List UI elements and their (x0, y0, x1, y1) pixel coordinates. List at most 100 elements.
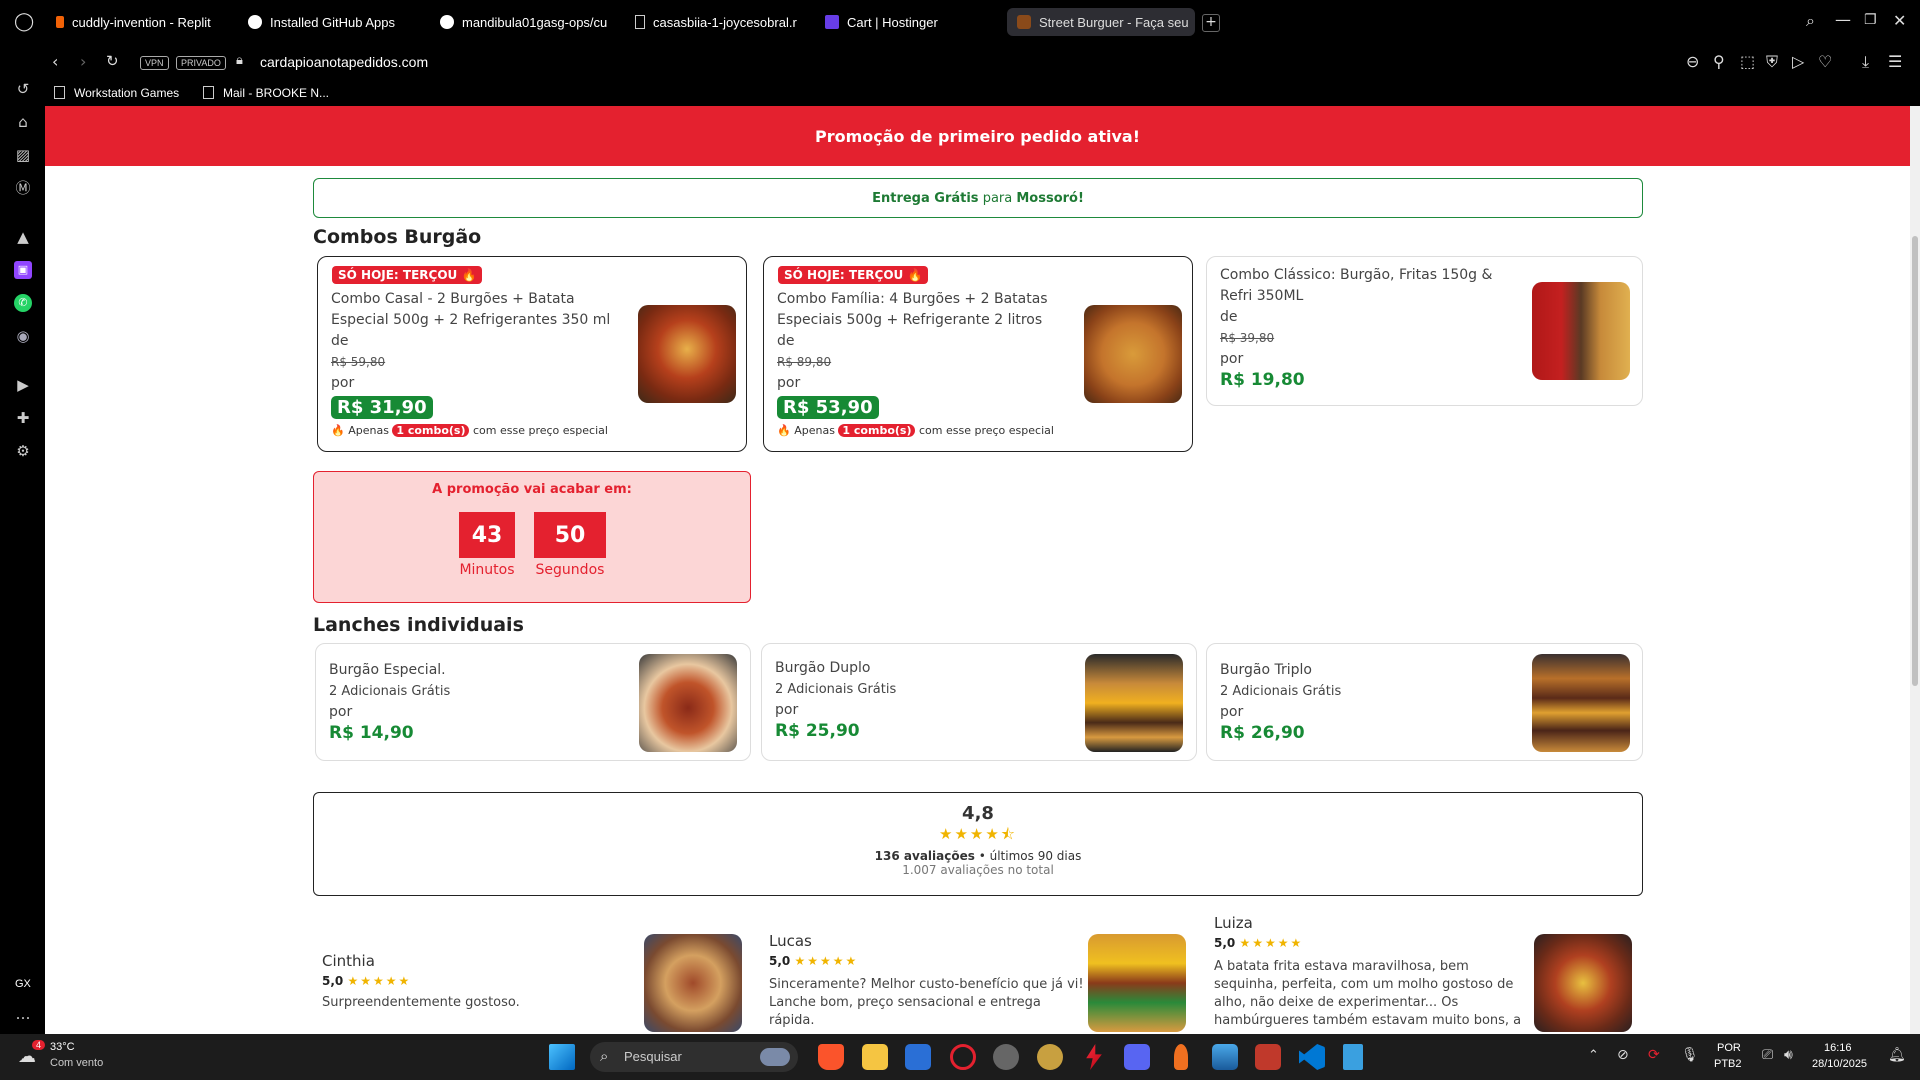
sync-icon[interactable]: ⟳ (1648, 1048, 1660, 1062)
combo-name: Combo Família: 4 Burgões + 2 Batatas Esp… (777, 291, 1048, 328)
bookmark-mail[interactable]: Mail - BROOKE N... (223, 86, 329, 100)
windows-start-icon[interactable] (549, 1044, 575, 1070)
mic-tray-icon[interactable]: 🎙︎ (1681, 1048, 1699, 1062)
microphone-app-icon[interactable] (1174, 1044, 1188, 1070)
bookmark-workstation-games[interactable]: Workstation Games (74, 86, 179, 100)
review-image[interactable] (1088, 934, 1186, 1032)
lightning-app-icon[interactable] (1086, 1044, 1102, 1070)
discord-taskbar-icon[interactable] (1124, 1044, 1150, 1070)
search-tabs-icon[interactable]: ⌕ (1806, 13, 1815, 29)
forward-icon[interactable]: › (80, 54, 86, 70)
review-stars-icon: ★★★★★ (347, 974, 412, 988)
tab-github-apps[interactable]: Installed GitHub Apps (248, 8, 408, 36)
taskbar-search[interactable]: ⌕ Pesquisar (590, 1042, 798, 1072)
language-bottom[interactable]: PTB2 (1714, 1058, 1742, 1070)
winrar-icon[interactable] (1255, 1044, 1281, 1070)
aria-icon[interactable]: ▲ (14, 228, 32, 246)
tab-replit[interactable]: cuddly-invention - Replit (56, 8, 226, 36)
windows-taskbar: ☁ 4 33°C Com vento ⌕ Pesquisar ⌃ ⊘ ⟳ 🎙︎ … (0, 1034, 1920, 1080)
weather-desc: Com vento (50, 1057, 104, 1069)
close-window-icon[interactable]: ✕ (1893, 13, 1906, 29)
store-icon[interactable] (905, 1044, 931, 1070)
combo-classico-image (1532, 282, 1630, 380)
stock-note: 🔥 Apenas 1 combo(s) com esse preço espec… (777, 424, 1054, 437)
player-sidebar-icon[interactable]: ▶ (14, 376, 32, 394)
extensions-icon[interactable]: ✚ (14, 409, 32, 427)
vscode-icon[interactable] (1299, 1044, 1325, 1070)
review-score: 5,0 ★★★★★ (769, 954, 859, 968)
photos-icon[interactable] (1212, 1044, 1238, 1070)
review-image[interactable] (1534, 934, 1632, 1032)
app-icon[interactable] (993, 1044, 1019, 1070)
de-label: de (777, 333, 795, 349)
clock-date[interactable]: 28/10/2025 (1812, 1058, 1867, 1070)
opera-logo-icon[interactable]: ◯ (14, 13, 34, 31)
gx-label[interactable]: GX (15, 978, 31, 990)
league-icon[interactable] (1037, 1044, 1063, 1070)
lanche-card-especial[interactable]: Burgão Especial. 2 Adicionais Grátis por… (315, 643, 751, 761)
search-highlight-icon (760, 1048, 790, 1066)
settings-icon[interactable]: ⚙ (14, 442, 32, 460)
pin-icon[interactable]: ⚲ (1713, 54, 1725, 70)
notes-icon[interactable]: Ⓜ (14, 179, 32, 197)
combo-casal-image (638, 305, 736, 403)
scrollbar-thumb[interactable] (1912, 236, 1918, 686)
menu-icon[interactable]: ☰ (1888, 54, 1902, 70)
rating-total: 1.007 avaliações no total (902, 863, 1054, 877)
new-tab-icon[interactable]: + (1202, 14, 1220, 32)
history-icon[interactable]: ↺ (14, 80, 32, 98)
vpn-badge[interactable]: VPN (140, 56, 169, 70)
zoom-icon[interactable]: ⊖ (1686, 54, 1699, 70)
reload-icon[interactable]: ↻ (106, 54, 119, 69)
url-field[interactable]: cardapioanotapedidos.com (260, 54, 428, 70)
tab-street-burguer[interactable]: Street Burguer - Faça seu (1007, 8, 1195, 36)
review-image[interactable] (644, 934, 742, 1032)
combo-price: R$ 19,80 (1220, 370, 1305, 390)
snapshot-icon[interactable]: ⬚ (1740, 54, 1755, 70)
heart-icon[interactable]: ♡ (1818, 54, 1832, 70)
network-icon[interactable]: ⎚ (1762, 1048, 1773, 1062)
lock-icon[interactable]: 🔒︎ (236, 54, 243, 67)
brave-icon[interactable] (818, 1044, 844, 1070)
restore-icon[interactable]: ❐ (1864, 13, 1877, 27)
tray-app-icon[interactable]: ⊘ (1617, 1048, 1629, 1062)
clock-time[interactable]: 16:16 (1824, 1042, 1852, 1054)
combo-card-familia[interactable]: SÓ HOJE: TERÇOU 🔥 Combo Família: 4 Burgõ… (763, 256, 1193, 452)
gallery-icon[interactable]: ▨ (14, 146, 32, 164)
bookmark-folder-icon (54, 86, 65, 99)
tab-casasbiia[interactable]: casasbiia-1-joycesobral.r (635, 8, 805, 36)
opera-gx-icon[interactable] (950, 1044, 976, 1070)
file-explorer-icon[interactable] (862, 1044, 888, 1070)
tab-bar: ◯ cuddly-invention - Replit Installed Gi… (0, 0, 1920, 44)
notifications-icon[interactable]: 🔔︎ (1888, 1048, 1906, 1062)
shield-icon[interactable]: ⛨ (1766, 54, 1778, 70)
language-top[interactable]: POR (1717, 1042, 1741, 1054)
weather-temp[interactable]: 33°C (50, 1041, 75, 1053)
notepad-icon[interactable] (1343, 1044, 1363, 1070)
combo-card-casal[interactable]: SÓ HOJE: TERÇOU 🔥 Combo Casal - 2 Burgõe… (317, 256, 747, 452)
player-icon[interactable]: ▷ (1792, 54, 1804, 70)
tab-hostinger[interactable]: Cart | Hostinger (825, 8, 995, 36)
tray-chevron-icon[interactable]: ⌃ (1588, 1049, 1599, 1062)
discord-icon[interactable]: ◉ (14, 327, 32, 345)
document-icon (203, 86, 214, 99)
fire-icon: 🔥 (331, 424, 345, 437)
download-icon[interactable]: ⤓ (1862, 54, 1869, 70)
volume-icon[interactable]: 🔊︎ (1784, 1048, 1793, 1062)
promo-countdown: A promoção vai acabar em: 43 Minutos 50 … (313, 471, 751, 603)
countdown-minutes: 43 (459, 512, 515, 558)
lanche-card-duplo[interactable]: Burgão Duplo 2 Adicionais Grátis por R$ … (761, 643, 1197, 761)
whatsapp-icon[interactable]: ✆ (14, 294, 32, 312)
minimize-icon[interactable]: — (1835, 12, 1851, 28)
workspace-icon[interactable]: ⌂ (14, 113, 32, 131)
tab-github-repo[interactable]: mandibula01gasg-ops/cu (440, 8, 610, 36)
back-icon[interactable]: ‹ (52, 54, 58, 70)
lanche-sub: 2 Adicionais Grátis (329, 684, 451, 699)
more-icon[interactable]: … (14, 1005, 32, 1023)
combo-card-classico[interactable]: Combo Clássico: Burgão, Fritas 150g & Re… (1206, 256, 1643, 406)
bookmarks-bar: Workstation Games Mail - BROOKE N... (0, 80, 1920, 106)
lanche-card-triplo[interactable]: Burgão Triplo 2 Adicionais Grátis por R$… (1206, 643, 1643, 761)
twitch-icon[interactable]: ▣ (14, 261, 32, 279)
combo-familia-image (1084, 305, 1182, 403)
fire-icon: 🔥 (777, 424, 791, 437)
